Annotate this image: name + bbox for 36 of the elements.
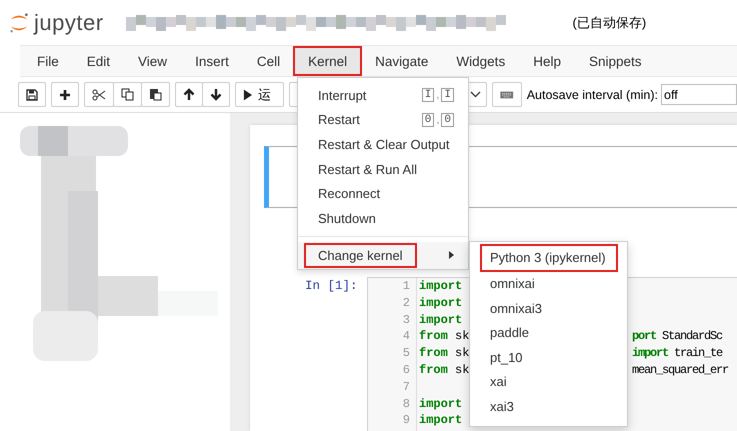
code-text: mean_squared_err xyxy=(632,362,728,379)
menu-option-label: Restart & Clear Output xyxy=(318,136,450,152)
line-number: 9 xyxy=(402,412,410,430)
menu-option-label: Restart xyxy=(318,112,360,128)
line-number: 6 xyxy=(402,362,410,379)
code-text: import xyxy=(419,279,462,293)
menu-option-label: Shutdown xyxy=(318,210,376,226)
logo-text: jupyter xyxy=(34,10,104,36)
shortcut-key: I xyxy=(422,88,434,102)
shortcut-key: 0 xyxy=(422,112,434,127)
autosave-label: Autosave interval (min): xyxy=(526,88,658,102)
shortcut-separator: , xyxy=(436,114,440,126)
code-text: from sk xyxy=(419,362,470,377)
code-text: from sk xyxy=(419,346,470,360)
line-number: 7 xyxy=(402,378,410,396)
code-text: import xyxy=(419,396,462,411)
code-text: from sk xyxy=(419,329,470,344)
line-number: 4 xyxy=(402,328,410,346)
menu-option-label: Reconnect xyxy=(318,186,380,202)
code-text: import xyxy=(419,296,462,310)
line-number: 3 xyxy=(402,312,410,328)
input-prompt: In [1]: xyxy=(304,278,359,295)
autosave-status: (已自动保存) xyxy=(572,14,646,32)
menu-option-label: Interrupt xyxy=(318,88,366,103)
code-text: port StandardSc xyxy=(632,328,722,346)
line-number: 1 xyxy=(402,278,410,295)
shortcut-key: 0 xyxy=(441,112,454,127)
line-number: 2 xyxy=(402,294,410,312)
code-text: import xyxy=(419,312,462,327)
line-number: 5 xyxy=(402,345,410,362)
shortcut-separator: , xyxy=(436,89,440,102)
menu-option-label: Restart & Run All xyxy=(318,162,417,177)
line-number: 8 xyxy=(402,396,410,412)
shortcut-key: I xyxy=(441,88,454,102)
code-text: import xyxy=(419,413,462,428)
code-text: import train_te xyxy=(632,345,722,362)
